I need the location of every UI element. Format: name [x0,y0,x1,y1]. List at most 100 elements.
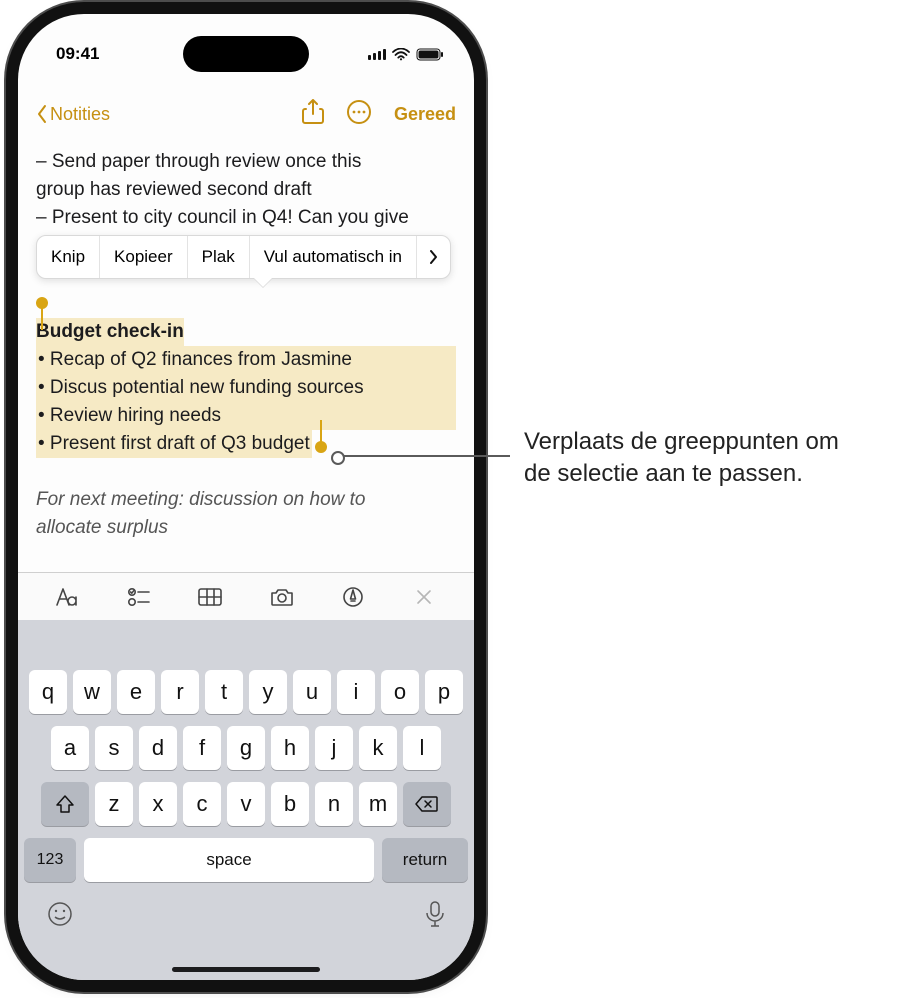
ctx-copy[interactable]: Kopieer [100,236,188,278]
status-time: 09:41 [56,44,99,64]
key-return[interactable]: return [382,838,468,882]
key-m[interactable]: m [359,782,397,826]
key-t[interactable]: t [205,670,243,714]
selection-line: • Discus potential new funding sources [36,374,456,402]
key-x[interactable]: x [139,782,177,826]
key-v[interactable]: v [227,782,265,826]
nav-bar: Notities Gereed [18,92,474,136]
emoji-icon [46,900,74,928]
status-right [368,48,444,61]
key-n[interactable]: n [315,782,353,826]
callout-leader [336,455,510,457]
keyboard-row-2: a s d f g h j k l [24,726,468,770]
ctx-autofill[interactable]: Vul automatisch in [250,236,417,278]
keyboard: q w e r t y u i o p a s d f g h j k l z [18,620,474,980]
key-l[interactable]: l [403,726,441,770]
back-label: Notities [50,104,110,125]
key-c[interactable]: c [183,782,221,826]
callout-line-2: de selectie aan te passen. [524,460,803,487]
key-k[interactable]: k [359,726,397,770]
key-j[interactable]: j [315,726,353,770]
selection-line: • Recap of Q2 finances from Jasmine [36,346,456,374]
key-r[interactable]: r [161,670,199,714]
note-italic: allocate surplus [36,514,456,542]
delete-icon [415,795,439,813]
text-format-icon [55,587,81,607]
context-menu-tail [254,278,272,287]
key-p[interactable]: p [425,670,463,714]
ctx-more[interactable] [417,236,450,278]
key-w[interactable]: w [73,670,111,714]
camera-icon [269,587,295,607]
note-line: group has reviewed second draft [36,179,312,200]
ctx-paste[interactable]: Plak [188,236,250,278]
more-button[interactable] [346,99,372,130]
key-i[interactable]: i [337,670,375,714]
share-icon [302,99,324,125]
checklist-button[interactable] [125,583,153,611]
key-z[interactable]: z [95,782,133,826]
done-button[interactable]: Gereed [394,104,456,125]
wifi-icon [392,48,410,61]
keyboard-row-4: 123 space return [24,838,468,882]
key-space[interactable]: space [84,838,374,882]
suggestion-row [24,630,468,670]
back-button[interactable]: Notities [36,104,110,125]
key-q[interactable]: q [29,670,67,714]
dictation-button[interactable] [424,900,446,933]
keyboard-toolbar [18,572,474,620]
phone-frame: 09:41 Notities Gereed – Send [18,14,474,980]
key-shift[interactable] [41,782,89,826]
callout-text: Verplaats de greeppunten om de selectie … [524,426,839,490]
selection-block[interactable]: Budget check-in • Recap of Q2 finances f… [36,290,456,458]
callout-line-1: Verplaats de greeppunten om [524,428,839,455]
keyboard-row-3: z x c v b n m [24,782,468,826]
table-icon [197,587,223,607]
battery-icon [416,48,444,61]
key-h[interactable]: h [271,726,309,770]
checklist-icon [127,587,151,607]
note-italic: For next meeting: discussion on how to [36,486,456,514]
key-o[interactable]: o [381,670,419,714]
cellular-icon [368,48,386,60]
chevron-right-icon [429,249,438,265]
key-d[interactable]: d [139,726,177,770]
key-delete[interactable] [403,782,451,826]
ellipsis-circle-icon [346,99,372,125]
shift-icon [55,795,75,813]
close-icon [414,587,434,607]
key-f[interactable]: f [183,726,221,770]
table-button[interactable] [196,583,224,611]
keyboard-footer [24,892,468,933]
selection-line: • Present first draft of Q3 budget [36,430,312,458]
key-s[interactable]: s [95,726,133,770]
mic-icon [424,900,446,928]
key-g[interactable]: g [227,726,265,770]
ctx-cut[interactable]: Knip [37,236,100,278]
context-menu: Knip Kopieer Plak Vul automatisch in [36,235,451,279]
dynamic-island [183,36,309,72]
key-y[interactable]: y [249,670,287,714]
keyboard-row-1: q w e r t y u i o p [24,670,468,714]
key-u[interactable]: u [293,670,331,714]
camera-button[interactable] [268,583,296,611]
markup-button[interactable] [339,583,367,611]
format-text-button[interactable] [54,583,82,611]
key-numbers[interactable]: 123 [24,838,76,882]
chevron-left-icon [36,104,48,124]
key-e[interactable]: e [117,670,155,714]
selection-handle-end[interactable] [315,441,327,453]
key-a[interactable]: a [51,726,89,770]
selection-title: Budget check-in [36,318,184,346]
note-line: – Present to city council in Q4! Can you… [36,207,409,228]
selection-line: • Review hiring needs [36,402,456,430]
share-button[interactable] [302,99,324,130]
home-indicator[interactable] [172,967,320,972]
key-b[interactable]: b [271,782,309,826]
note-line: – Send paper through review once this [36,151,361,172]
selection-handle-start[interactable] [36,297,48,309]
note-body[interactable]: – Send paper through review once this gr… [18,142,474,542]
emoji-button[interactable] [46,900,74,933]
close-toolbar-button[interactable] [410,583,438,611]
markup-icon [342,586,364,608]
